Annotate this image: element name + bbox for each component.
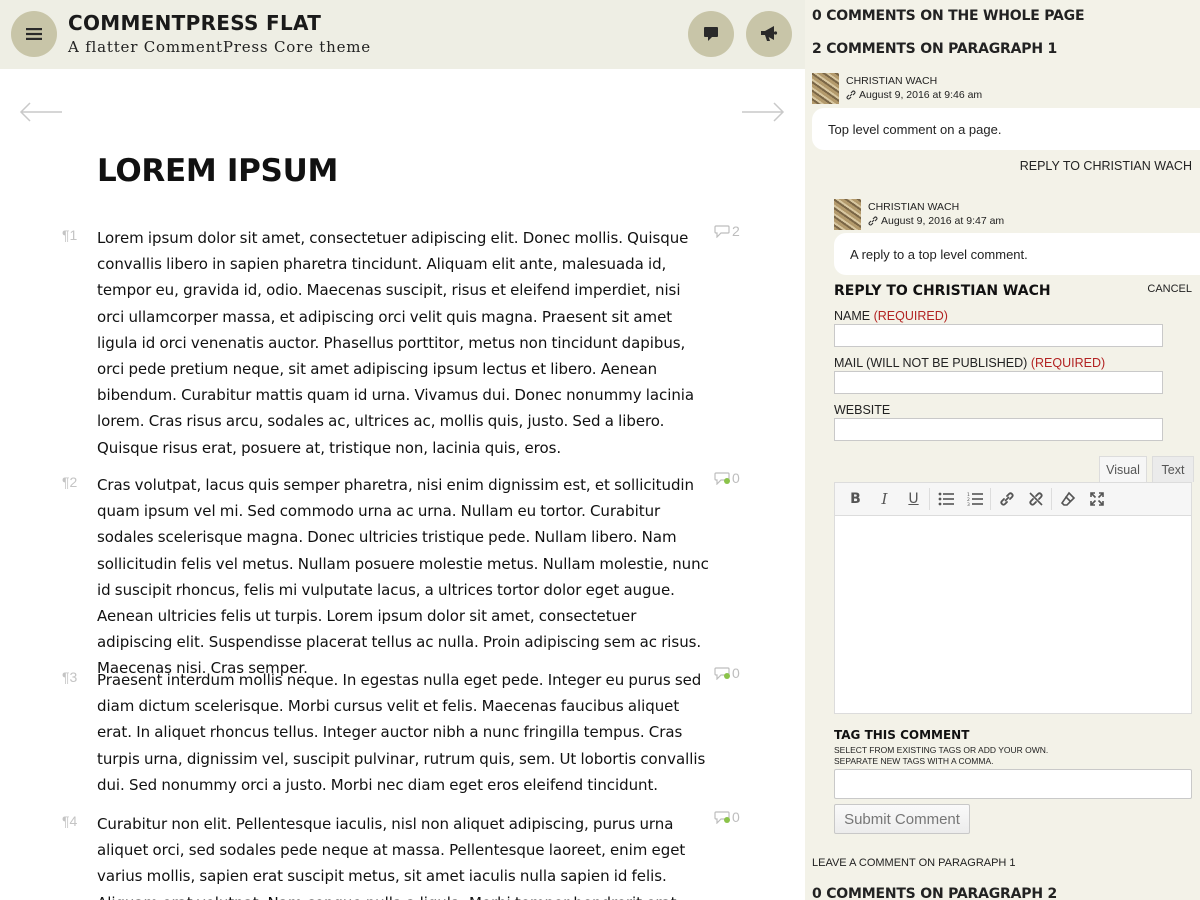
email-field[interactable] [834, 371, 1163, 394]
paragraph-comment-count[interactable]: 0 [714, 665, 740, 681]
speech-bubble-icon [704, 27, 718, 41]
name-field[interactable] [834, 324, 1163, 347]
tag-help-text: SELECT FROM EXISTING TAGS OR ADD YOUR OW… [834, 745, 1049, 755]
toolbar-divider [1051, 488, 1052, 510]
paragraph-text: Praesent interdum mollis neque. In egest… [97, 671, 706, 794]
required-marker: (REQUIRED) [873, 309, 948, 323]
comment-bubble-add-icon [714, 810, 730, 824]
paragraph-number[interactable]: ¶4 [62, 813, 77, 829]
avatar [834, 199, 861, 230]
comment-date[interactable]: August 9, 2016 at 9:47 am [868, 214, 1004, 228]
avatar [812, 73, 839, 104]
comment-meta: CHRISTIAN WACH August 9, 2016 at 9:47 am [834, 199, 1004, 230]
toolbar-divider [990, 488, 991, 510]
mail-label: MAIL (WILL NOT BE PUBLISHED) (REQUIRED) [834, 356, 1105, 370]
insert-link-button[interactable] [992, 485, 1021, 513]
comment-author[interactable]: CHRISTIAN WACH [868, 200, 1004, 214]
comment-editor: B I U 1 2 3 [834, 482, 1192, 714]
editor-toolbar: B I U 1 2 3 [835, 483, 1191, 516]
website-label-text: WEBSITE [834, 403, 891, 417]
paragraph-number[interactable]: ¶1 [62, 227, 77, 243]
site-header: COMMENTPRESS FLAT A flatter CommentPress… [0, 0, 805, 69]
comment-count-value: 0 [732, 809, 740, 825]
main-content: LOREM IPSUM ¶1 Lorem ipsum dolor sit ame… [0, 69, 805, 900]
comment-date-text: August 9, 2016 at 9:46 am [859, 89, 983, 101]
site-description: A flatter CommentPress Core theme [68, 38, 371, 56]
clear-formatting-button[interactable] [1053, 485, 1082, 513]
name-label: NAME (REQUIRED) [834, 309, 948, 323]
tags-input[interactable] [834, 769, 1192, 799]
paragraph-comment-count[interactable]: 2 [714, 223, 740, 239]
fullscreen-icon [1089, 492, 1104, 506]
comment-bubble-add-icon [714, 666, 730, 680]
tag-help-text: SEPARATE NEW TAGS WITH A COMMA. [834, 756, 994, 766]
comment-bubble-icon [714, 224, 730, 238]
comment-date[interactable]: August 9, 2016 at 9:46 am [846, 88, 982, 102]
site-title[interactable]: COMMENTPRESS FLAT [68, 11, 321, 35]
comment-count-value: 0 [732, 470, 740, 486]
bold-button[interactable]: B [841, 485, 870, 513]
unlink-icon [1028, 492, 1043, 506]
comments-toggle-button[interactable] [688, 11, 734, 57]
tab-text[interactable]: Text [1152, 456, 1194, 482]
paragraph-2-comments-heading[interactable]: 0 COMMENTS ON PARAGRAPH 2 [812, 886, 1057, 900]
bulleted-list-button[interactable] [931, 485, 960, 513]
permalink-icon [868, 216, 878, 226]
paragraph-comment-count[interactable]: 0 [714, 809, 740, 825]
comment-bubble-add-icon [714, 471, 730, 485]
right-arrow-icon[interactable] [741, 99, 785, 125]
reply-link[interactable]: REPLY TO CHRISTIAN WACH [1020, 159, 1192, 173]
website-label: WEBSITE [834, 403, 890, 417]
tab-visual[interactable]: Visual [1099, 456, 1147, 482]
submit-comment-button[interactable]: Submit Comment [834, 804, 970, 834]
numbered-list-button[interactable]: 1 2 3 [960, 485, 989, 513]
link-icon [999, 492, 1014, 506]
megaphone-icon [761, 26, 778, 41]
cancel-reply-link[interactable]: CANCEL [1147, 283, 1192, 295]
paragraph-text: Curabitur non elit. Pellentesque iaculis… [97, 815, 686, 900]
remove-link-button[interactable] [1021, 485, 1050, 513]
underline-button[interactable]: U [899, 485, 928, 513]
comment-author[interactable]: CHRISTIAN WACH [846, 74, 982, 88]
italic-button[interactable]: I [870, 485, 899, 513]
menu-button[interactable] [11, 11, 57, 57]
fullscreen-button[interactable] [1082, 485, 1111, 513]
comment-count-value: 0 [732, 665, 740, 681]
name-label-text: NAME [834, 309, 871, 323]
mail-label-text: MAIL (WILL NOT BE PUBLISHED) [834, 356, 1028, 370]
paragraph-number[interactable]: ¶3 [62, 669, 77, 685]
numbered-list-icon: 1 2 3 [967, 492, 983, 506]
required-marker: (REQUIRED) [1030, 356, 1106, 370]
comments-sidebar: 0 COMMENTS ON THE WHOLE PAGE 2 COMMENTS … [805, 0, 1200, 900]
comment-meta: CHRISTIAN WACH August 9, 2016 at 9:46 am [812, 73, 982, 104]
eraser-icon [1060, 491, 1075, 506]
reply-form-title: REPLY TO CHRISTIAN WACH [834, 283, 1051, 299]
permalink-icon [846, 90, 856, 100]
comment-count-value: 2 [732, 223, 740, 239]
comment-body: A reply to a top level comment. [834, 233, 1200, 275]
left-arrow-icon[interactable] [19, 99, 63, 125]
hamburger-menu-icon [26, 28, 42, 40]
paragraph-number[interactable]: ¶2 [62, 474, 77, 490]
tag-comment-title: TAG THIS COMMENT [834, 728, 970, 742]
paragraph-comment-count[interactable]: 0 [714, 470, 740, 486]
bulleted-list-icon [938, 492, 954, 506]
page-title: LOREM IPSUM [97, 153, 338, 189]
svg-text:3: 3 [967, 502, 970, 506]
whole-page-comments-heading[interactable]: 0 COMMENTS ON THE WHOLE PAGE [812, 8, 1085, 24]
activity-toggle-button[interactable] [746, 11, 792, 57]
paragraph-text: Lorem ipsum dolor sit amet, consectetuer… [97, 229, 695, 457]
comment-date-text: August 9, 2016 at 9:47 am [881, 215, 1005, 227]
paragraph-text: Cras volutpat, lacus quis semper pharetr… [97, 476, 709, 678]
toolbar-divider [929, 488, 930, 510]
comment-textarea[interactable] [835, 517, 1191, 713]
comment-body: Top level comment on a page. [812, 108, 1200, 150]
leave-comment-link[interactable]: LEAVE A COMMENT ON PARAGRAPH 1 [812, 857, 1016, 869]
paragraph-1-comments-heading[interactable]: 2 COMMENTS ON PARAGRAPH 1 [812, 41, 1057, 57]
website-field[interactable] [834, 418, 1163, 441]
